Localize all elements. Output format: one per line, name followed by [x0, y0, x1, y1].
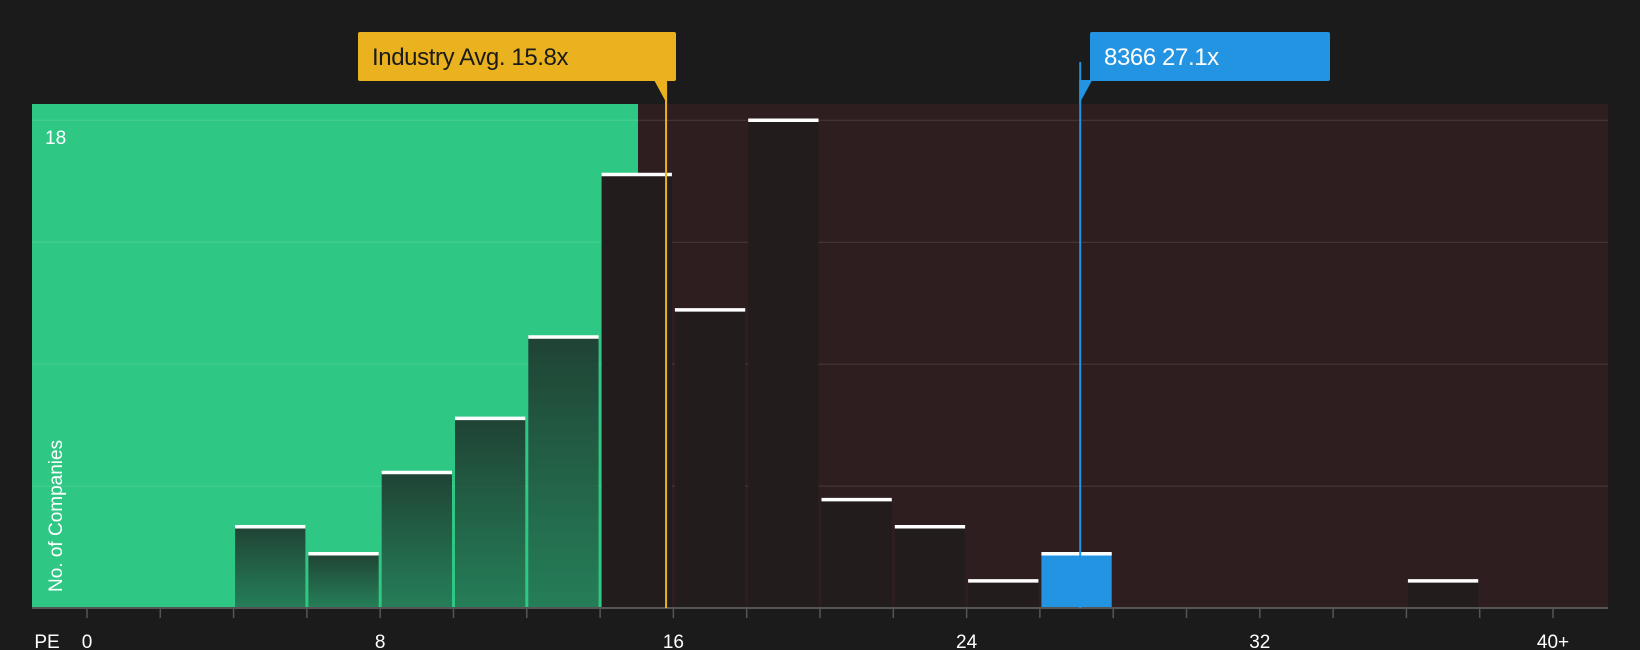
- histogram-bar: [748, 120, 819, 609]
- industry-average-marker-label: Industry Avg. 15.8x: [372, 44, 568, 71]
- x-tick-label: 24: [956, 632, 978, 650]
- histogram-bar: [601, 174, 672, 609]
- x-tick-label: 8: [375, 632, 386, 650]
- pe-distribution-chart: 0 8 16 24 32 40+ Industry Avg. 15.8x 8366 27.1…: [0, 0, 1640, 650]
- histogram-bar: [821, 499, 892, 608]
- x-tick-label: 32: [1249, 632, 1270, 650]
- x-tick-label: 16: [663, 632, 684, 650]
- histogram-bar: [235, 526, 306, 608]
- x-tick-label: 0: [82, 632, 93, 650]
- histogram-bar: [1407, 580, 1479, 608]
- histogram-bar: [454, 418, 526, 608]
- x-tick-label: 40+: [1537, 632, 1569, 650]
- y-axis-label: No. of Companies: [46, 440, 67, 592]
- histogram-bar: [894, 526, 966, 608]
- company-pe-marker-label: 8366 27.1x: [1104, 44, 1219, 71]
- histogram-bar: [381, 472, 452, 608]
- histogram-bar: [308, 553, 379, 608]
- histogram-bar: [528, 337, 599, 608]
- histogram-bar: [1041, 553, 1112, 608]
- y-axis-max-label: 18: [45, 128, 66, 149]
- x-axis-label: PE: [34, 632, 59, 650]
- histogram-bar: [968, 580, 1039, 608]
- histogram-bar: [674, 309, 746, 608]
